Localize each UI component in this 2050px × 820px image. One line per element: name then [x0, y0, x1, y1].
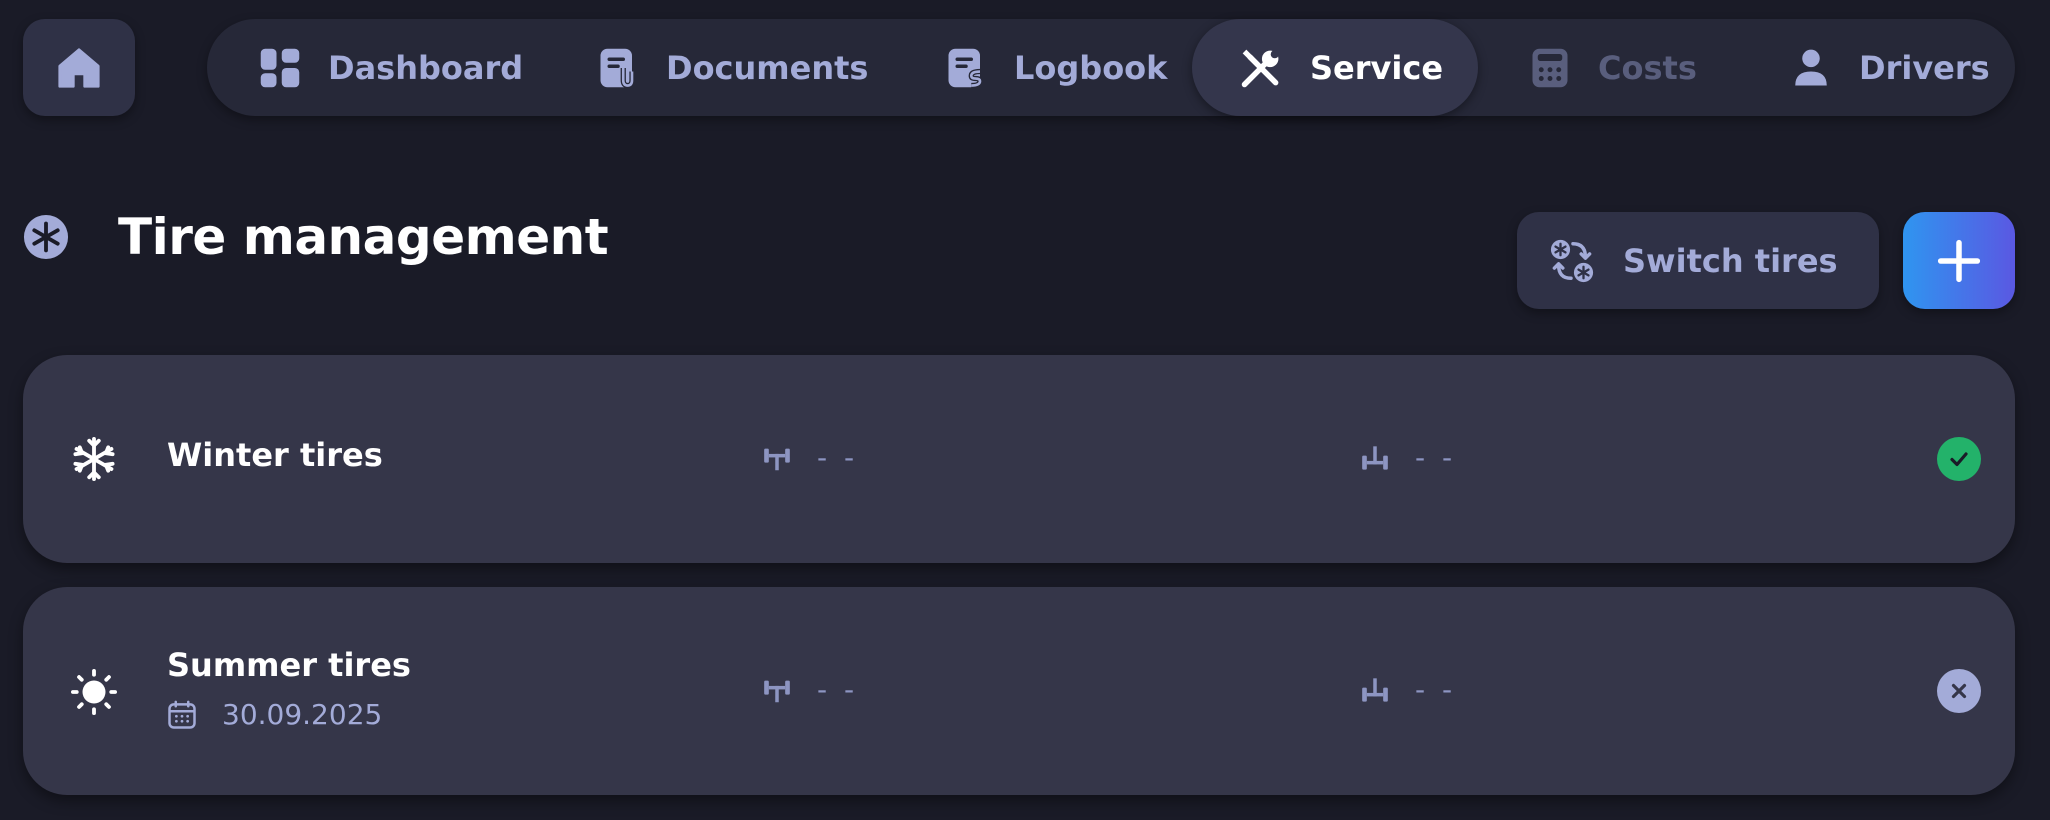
- rear-axle-icon: [1362, 445, 1388, 470]
- tools-icon: [1241, 49, 1279, 87]
- snowflake-icon: [73, 436, 115, 482]
- tire-set-card-summer[interactable]: Summer tires 30.09.2025 - - - -: [23, 587, 2015, 795]
- front-axle-value: - -: [817, 441, 859, 474]
- rear-axle-value: - -: [1415, 441, 1457, 474]
- tire-set-name: Summer tires: [167, 646, 411, 684]
- switch-tires-icon: [1550, 239, 1594, 282]
- nav-documents[interactable]: Documents: [597, 19, 868, 116]
- home-button[interactable]: [23, 19, 135, 116]
- nav-dashboard-label: Dashboard: [328, 48, 524, 87]
- switch-tires-button[interactable]: Switch tires: [1517, 212, 1879, 309]
- rear-axle-tread: - -: [1361, 441, 1456, 474]
- rear-axle-tread: - -: [1361, 673, 1456, 706]
- rear-axle-icon: [1362, 677, 1388, 702]
- nav-costs-label: Costs: [1598, 48, 1697, 87]
- switch-tires-label: Switch tires: [1623, 241, 1838, 280]
- nav-logbook[interactable]: Logbook: [945, 19, 1167, 116]
- calendar-icon: [168, 700, 196, 729]
- front-axle-icon: [764, 448, 790, 470]
- nav-costs: Costs: [1529, 19, 1697, 116]
- tire-set-name: Winter tires: [167, 436, 383, 474]
- user-icon: [1795, 49, 1827, 85]
- nav-documents-label: Documents: [666, 48, 869, 87]
- nav-dashboard[interactable]: Dashboard: [259, 19, 523, 116]
- nav-service-label: Service: [1310, 48, 1444, 87]
- page-title: Tire management: [118, 208, 609, 266]
- top-nav: Dashboard Documents Logbook Service Cost…: [207, 19, 2015, 116]
- document-attachment-icon: [600, 48, 635, 88]
- status-not-mounted-badge: [1937, 669, 1981, 713]
- nav-drivers[interactable]: Drivers: [1790, 19, 1990, 116]
- add-tire-set-button[interactable]: [1903, 212, 2015, 309]
- rear-axle-value: - -: [1415, 673, 1457, 706]
- tire-snowflake-icon: [23, 214, 69, 260]
- calculator-icon: [1532, 48, 1568, 87]
- status-mounted-badge: [1937, 437, 1981, 481]
- nav-service[interactable]: Service: [1192, 19, 1478, 116]
- front-axle-value: - -: [817, 673, 859, 706]
- front-axle-tread: - -: [763, 441, 858, 474]
- tire-set-date: 30.09.2025: [167, 698, 382, 731]
- nav-logbook-label: Logbook: [1014, 48, 1168, 87]
- check-icon: [1950, 452, 1968, 467]
- tire-set-card-winter[interactable]: Winter tires - - - -: [23, 355, 2015, 563]
- tire-set-date-value: 30.09.2025: [222, 698, 383, 731]
- logbook-icon: [948, 48, 983, 88]
- front-axle-icon: [764, 680, 790, 702]
- nav-drivers-label: Drivers: [1859, 48, 1990, 87]
- home-icon: [58, 47, 100, 88]
- close-icon: [1951, 683, 1967, 699]
- sun-icon: [71, 669, 117, 715]
- dashboard-icon: [260, 48, 300, 87]
- front-axle-tread: - -: [763, 673, 858, 706]
- plus-icon: [1937, 239, 1981, 282]
